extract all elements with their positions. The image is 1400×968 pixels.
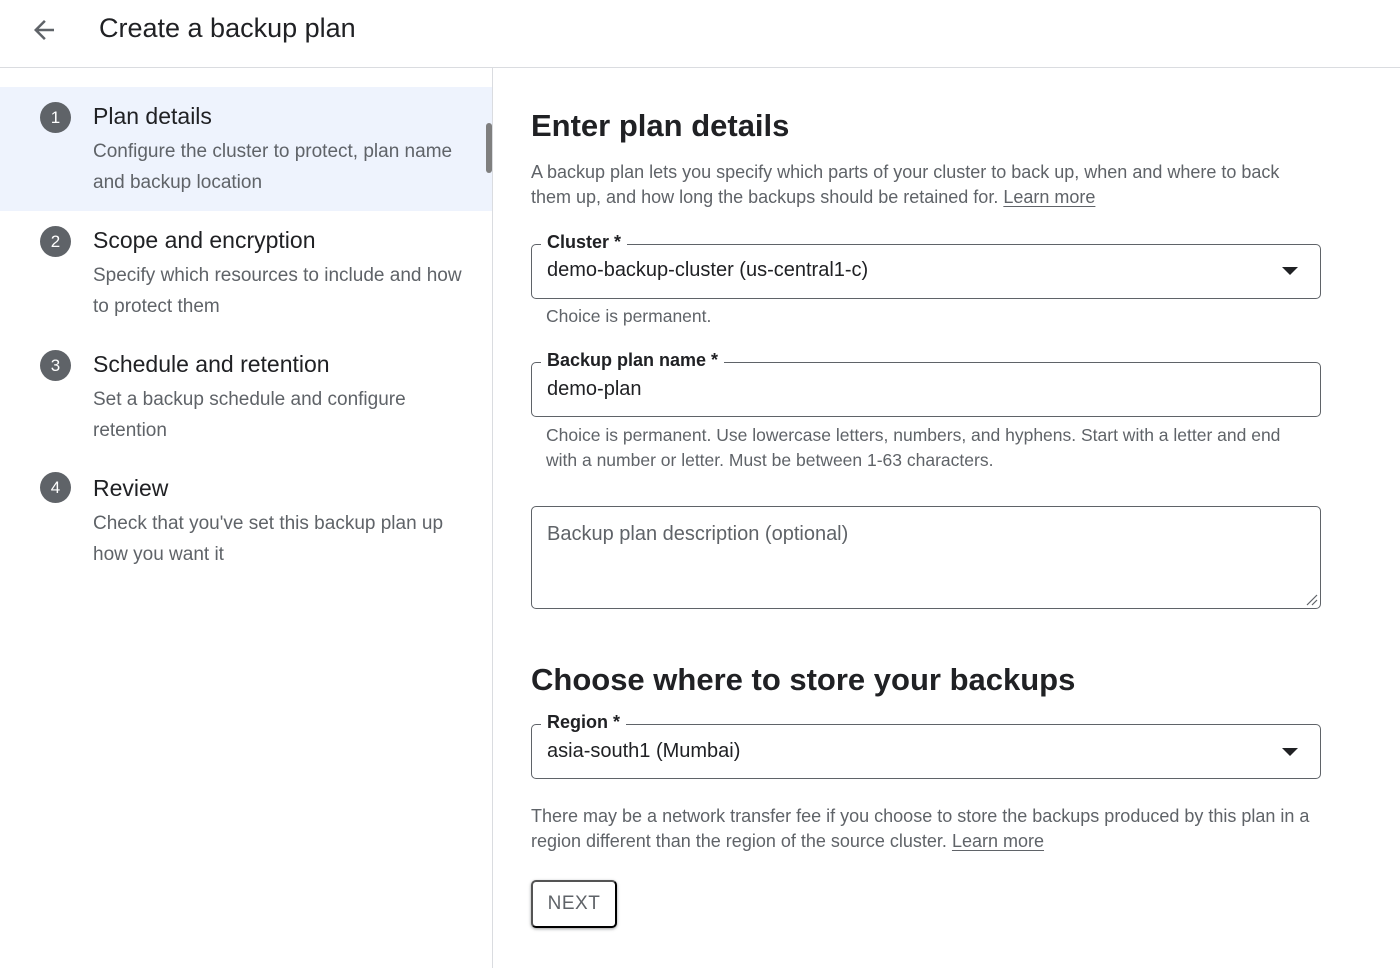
step-description: Check that you've set this backup plan u… xyxy=(93,513,444,565)
region-note: There may be a network transfer fee if y… xyxy=(531,804,1321,854)
dropdown-arrow-icon xyxy=(1282,748,1298,756)
step-title: Scope and encryption xyxy=(93,227,316,253)
region-select[interactable]: Region * asia-south1 (Mumbai) xyxy=(531,712,1321,779)
step-description: Configure the cluster to protect, plan n… xyxy=(93,141,453,193)
cluster-select[interactable]: Cluster * demo-backup-cluster (us-centra… xyxy=(531,232,1321,299)
intro-text-body: A backup plan lets you specify which par… xyxy=(531,162,1280,207)
intro-text: A backup plan lets you specify which par… xyxy=(531,160,1321,210)
dropdown-arrow-icon xyxy=(1282,267,1298,275)
cluster-value: demo-backup-cluster (us-central1-c) xyxy=(547,259,869,281)
arrow-back-icon xyxy=(34,20,54,40)
step-title: Plan details xyxy=(93,103,212,129)
region-note-body: There may be a network transfer fee if y… xyxy=(531,806,1310,851)
page-title: Create a backup plan xyxy=(99,13,356,43)
step-scope-and-encryption[interactable]: 2 Scope and encryption Specify which res… xyxy=(0,211,492,335)
step-title: Review xyxy=(93,475,169,501)
sidebar-scrollbar-thumb[interactable] xyxy=(486,123,492,173)
stepper-sidebar: 1 Plan details Configure the cluster to … xyxy=(0,68,493,968)
description-placeholder: Backup plan description (optional) xyxy=(547,523,849,545)
step-number-badge: 2 xyxy=(40,226,71,257)
main-content: Enter plan details A backup plan lets yo… xyxy=(494,68,1400,968)
backup-plan-name-input[interactable]: Backup plan name * demo-plan xyxy=(531,350,1321,417)
backup-plan-name-value: demo-plan xyxy=(547,378,642,400)
resize-handle-icon[interactable] xyxy=(1304,592,1318,606)
region-value: asia-south1 (Mumbai) xyxy=(547,740,741,762)
top-app-bar: Create a backup plan xyxy=(0,0,1400,68)
step-number-badge: 1 xyxy=(40,102,71,133)
backup-plan-description-textarea[interactable]: Backup plan description (optional) xyxy=(531,506,1321,609)
learn-more-link[interactable]: Learn more xyxy=(1003,187,1095,207)
step-number-badge: 3 xyxy=(40,350,71,381)
cluster-hint: Choice is permanent. xyxy=(546,306,712,326)
backup-plan-name-hint: Choice is permanent. Use lowercase lette… xyxy=(546,425,1281,470)
section-title-plan-details: Enter plan details xyxy=(531,108,790,143)
step-description: Specify which resources to include and h… xyxy=(93,265,462,317)
step-plan-details[interactable]: 1 Plan details Configure the cluster to … xyxy=(0,87,492,211)
step-review[interactable]: 4 Review Check that you've set this back… xyxy=(0,459,492,583)
step-number-badge: 4 xyxy=(40,472,71,503)
step-schedule-and-retention[interactable]: 3 Schedule and retention Set a backup sc… xyxy=(0,335,492,459)
region-learn-more-link[interactable]: Learn more xyxy=(952,831,1044,851)
step-description: Set a backup schedule and configure rete… xyxy=(93,389,406,441)
region-label: Region * xyxy=(541,712,627,733)
cluster-label: Cluster * xyxy=(541,232,628,253)
section-title-storage: Choose where to store your backups xyxy=(531,662,1076,697)
step-title: Schedule and retention xyxy=(93,351,330,377)
backup-plan-name-label: Backup plan name * xyxy=(541,350,725,371)
next-button[interactable]: NEXT xyxy=(531,880,617,928)
back-button[interactable] xyxy=(26,12,62,48)
